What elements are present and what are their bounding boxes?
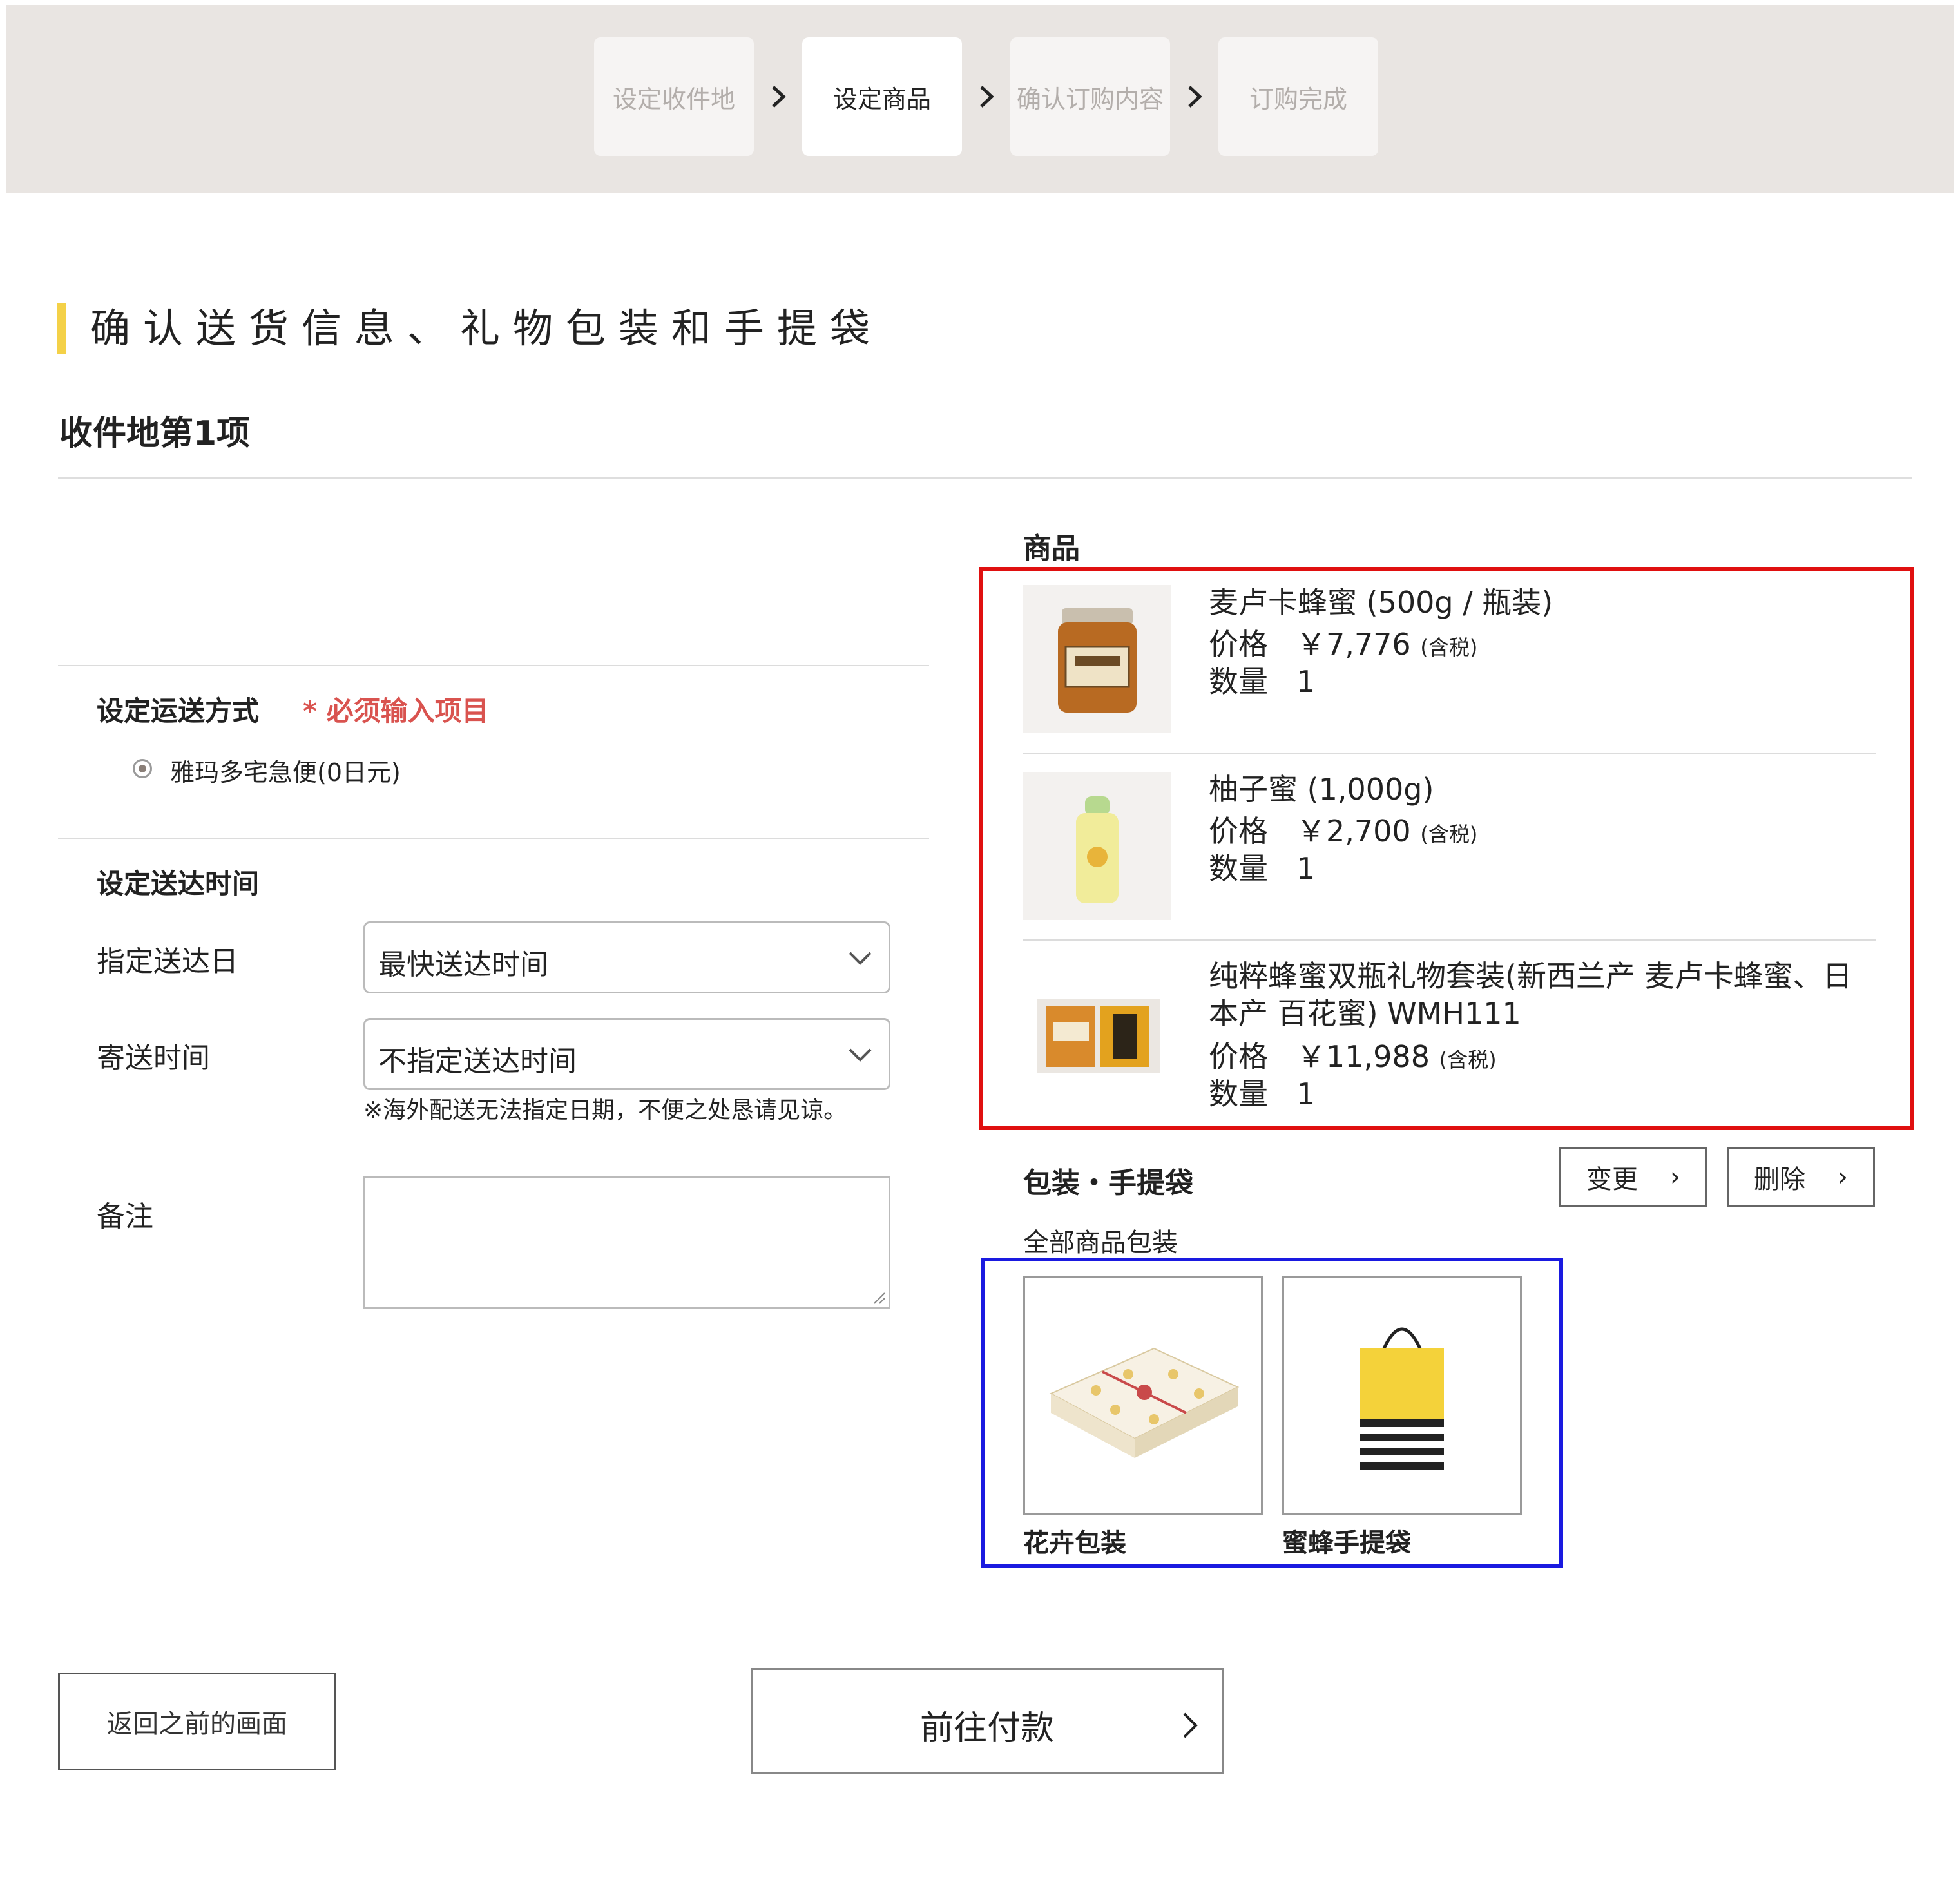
item-price: ￥7,776 [1296,627,1411,662]
step-confirm-order: 确认订购内容 [1010,37,1170,156]
delivery-date-label: 指定送达日 [97,945,238,978]
manuka-honey-image [1023,585,1171,733]
chevron-right-icon [772,86,786,108]
price-label: 价格 [1209,814,1268,849]
step-set-items: 设定商品 [802,37,962,156]
divider [58,477,1912,479]
item-price: ￥11,988 [1296,1039,1430,1074]
shipping-option-label: 雅玛多宅急便(0日元) [170,758,401,787]
delivery-date-value: 最快送达时间 [378,948,548,981]
item-price-row: 价格 ￥11,988 (含税) [1209,1033,1497,1076]
shipping-radio[interactable] [133,759,152,778]
price-label: 价格 [1209,627,1268,662]
pay-button-label: 前往付款 [919,1709,1054,1748]
delivery-time-slot-label: 寄送时间 [97,1042,210,1075]
delete-wrapping-button[interactable]: 删除 › [1727,1147,1875,1207]
chevron-right-icon: › [1838,1162,1848,1192]
items-title: 商品 [1023,532,1080,565]
delivery-time-label: 设定送达时间 [97,868,260,899]
tax-note: (含税) [1439,1048,1497,1072]
tax-note: (含税) [1420,822,1478,847]
divider [58,838,929,839]
remarks-textarea[interactable] [363,1176,890,1309]
wrapping-option-label: 花卉包装 [1023,1528,1126,1558]
radio-selected-dot [139,765,146,772]
item-qty-row: 数量 1 [1209,845,1315,888]
qty-label: 数量 [1209,851,1268,886]
destination-title: 收件地第1项 [59,414,251,453]
price-label: 价格 [1209,1039,1268,1074]
item-name: 柚子蜜 (1,000g) [1209,772,1434,807]
chevron-right-icon [1188,86,1202,108]
required-note: * 必须输入项目 [303,695,489,727]
divider [1023,939,1876,941]
page-title: 确认送货信息、礼物包装和手提袋 [90,305,883,352]
item-qty: 1 [1296,851,1316,886]
item-price-row: 价格 ￥7,776 (含税) [1209,621,1477,664]
gift-set-image [1023,959,1171,1107]
item-qty-row: 数量 1 [1209,658,1315,701]
chevron-right-icon [980,86,994,108]
step-set-address: 设定收件地 [594,37,754,156]
change-label: 变更 [1586,1165,1638,1194]
delete-label: 删除 [1754,1165,1805,1194]
item-price-row: 价格 ￥2,700 (含税) [1209,808,1477,850]
floral-wrapping-image [1023,1276,1263,1515]
bag-option-label: 蜜蜂手提袋 [1282,1528,1411,1558]
chevron-down-icon [849,952,872,965]
divider [58,665,929,666]
shipping-method-label: 设定运送方式 [97,695,260,727]
qty-label: 数量 [1209,664,1268,699]
delivery-time-select[interactable]: 不指定送达时间 [363,1018,890,1090]
remarks-label: 备注 [97,1200,153,1233]
wrapping-subtitle: 全部商品包装 [1023,1228,1178,1258]
chevron-right-icon: › [1670,1162,1680,1192]
item-qty-row: 数量 1 [1209,1071,1315,1113]
tax-note: (含税) [1420,635,1478,660]
qty-label: 数量 [1209,1077,1268,1111]
wrapping-title: 包装・手提袋 [1023,1167,1193,1200]
title-accent-bar [57,303,66,354]
step-order-complete: 订购完成 [1218,37,1378,156]
item-name: 纯粹蜂蜜双瓶礼物套装(新西兰产 麦卢卡蜂蜜、日本产 百花蜜) WMH111 [1209,959,1852,1031]
change-wrapping-button[interactable]: 变更 › [1559,1147,1707,1207]
resize-handle-icon[interactable] [872,1290,886,1305]
chevron-right-icon [1183,1712,1198,1738]
delivery-date-select[interactable]: 最快送达时间 [363,921,890,993]
back-button[interactable]: 返回之前的画面 [58,1673,336,1770]
overseas-delivery-note: ※海外配送无法指定日期，不便之处恳请见谅。 [363,1097,847,1124]
item-name: 麦卢卡蜂蜜 (500g / 瓶装) [1209,585,1553,620]
proceed-to-payment-button[interactable]: 前往付款 [751,1668,1224,1774]
divider [1023,753,1876,754]
chevron-down-icon [849,1048,872,1062]
item-price: ￥2,700 [1296,814,1411,849]
item-qty: 1 [1296,664,1316,699]
item-qty: 1 [1296,1077,1316,1111]
bee-bag-image [1282,1276,1522,1515]
delivery-time-value: 不指定送达时间 [378,1045,577,1078]
yuzu-honey-image [1023,772,1171,920]
